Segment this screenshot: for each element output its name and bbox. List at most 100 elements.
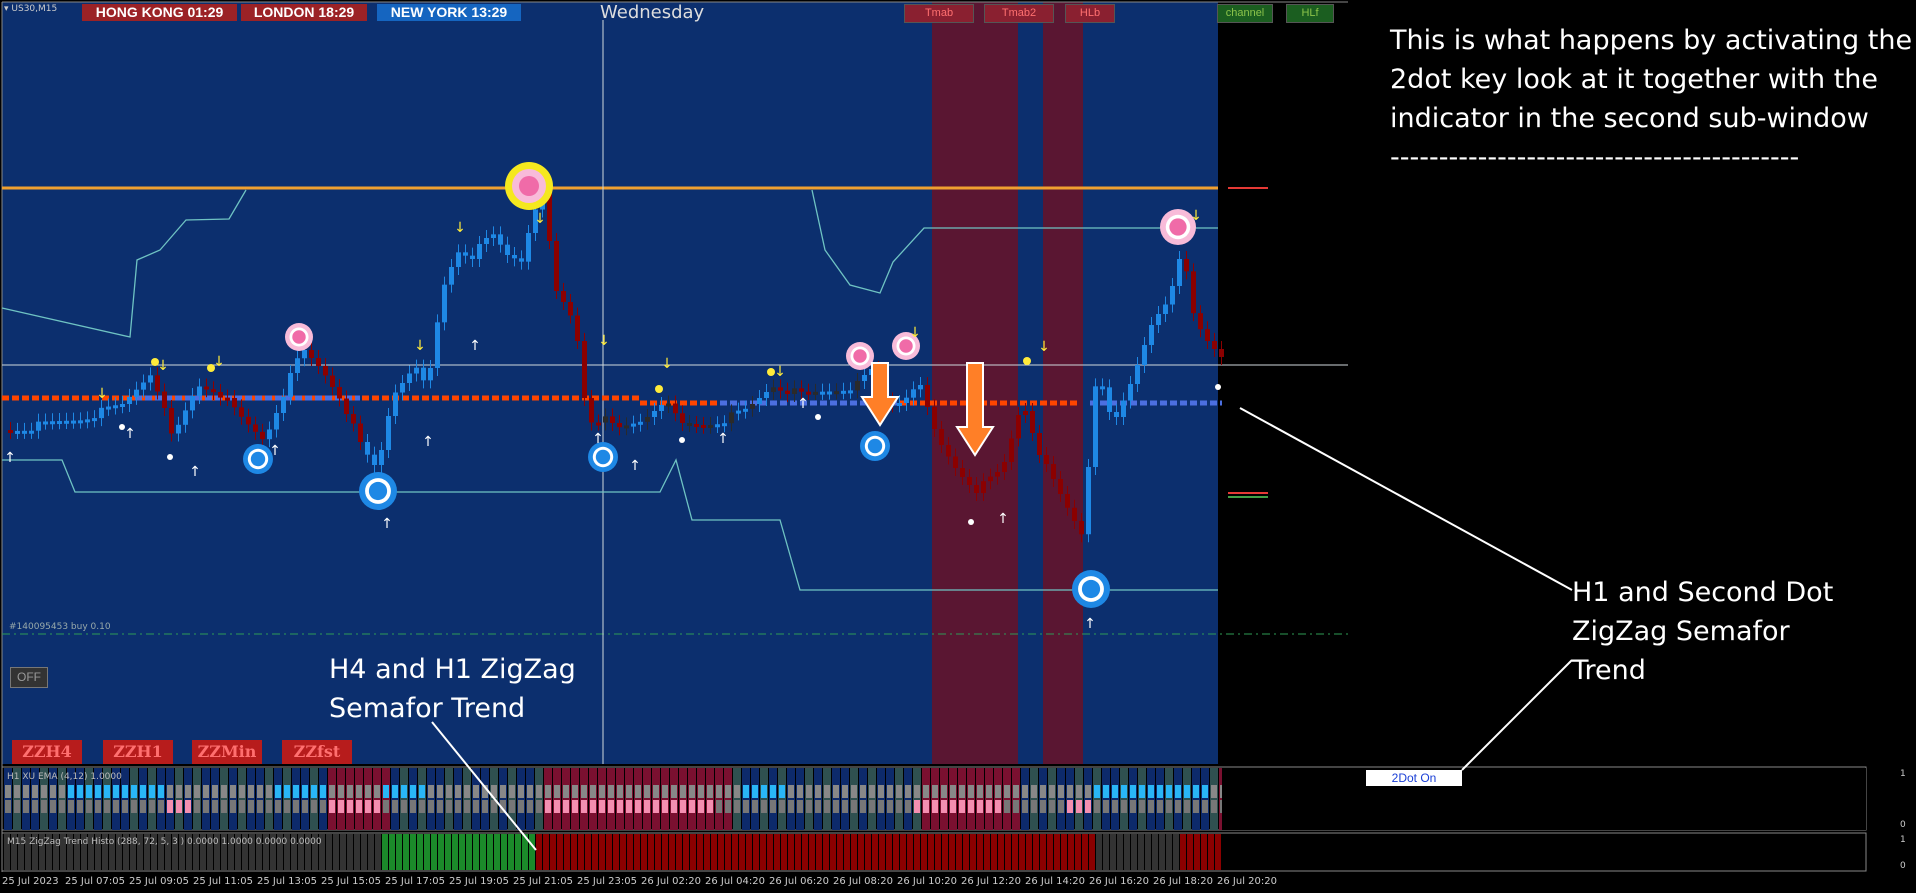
candle	[372, 454, 377, 465]
candle	[610, 416, 615, 423]
tmab-button[interactable]: Tmab	[904, 4, 974, 23]
trend-bar	[1110, 834, 1116, 870]
candle	[1065, 494, 1070, 508]
candle	[36, 421, 41, 431]
histogram-bar	[787, 768, 795, 830]
up-arrow-icon: ↑	[4, 450, 16, 466]
tmab2-button[interactable]: Tmab2	[984, 4, 1054, 23]
histogram-bar	[355, 768, 363, 830]
zzfst-button[interactable]: ZZfst	[282, 740, 352, 764]
candle	[771, 387, 776, 392]
candle	[596, 422, 601, 426]
trend-bar	[1131, 834, 1137, 870]
histogram-mark	[545, 800, 551, 813]
histogram-mark	[932, 785, 938, 798]
histogram-mark	[635, 785, 641, 798]
histogram-bar	[724, 768, 732, 830]
histogram-bar	[337, 768, 345, 830]
candle	[764, 392, 769, 398]
time-axis-label: 26 Jul 12:20	[961, 876, 1021, 887]
histogram-mark	[1112, 785, 1118, 798]
histogram-mark	[437, 800, 443, 813]
two-dot-button[interactable]: 2Dot On	[1366, 770, 1462, 786]
candle	[715, 424, 720, 428]
histogram-mark	[293, 785, 299, 798]
up-arrow-icon: ↑	[592, 431, 604, 447]
candle	[1016, 415, 1021, 439]
histogram-bar	[400, 768, 408, 830]
candle	[50, 421, 55, 425]
histogram-mark	[1040, 800, 1046, 813]
histogram-mark	[536, 800, 542, 813]
candle	[1212, 341, 1217, 349]
histogram-mark	[122, 800, 128, 813]
candle	[792, 388, 797, 394]
zzh4-button[interactable]: ZZH4	[12, 740, 82, 764]
candle	[624, 425, 629, 429]
dropdown-arrow-icon[interactable]: ▾	[4, 4, 9, 14]
zzmin-button[interactable]: ZZMin	[192, 740, 262, 764]
trend-bar	[354, 834, 360, 870]
trend-bar	[872, 834, 878, 870]
down-arrow-icon: ↓	[1190, 208, 1202, 224]
histogram-bar	[643, 768, 651, 830]
histogram-mark	[1085, 800, 1091, 813]
histogram-bar	[877, 768, 885, 830]
histogram-mark	[59, 785, 65, 798]
hlb-button[interactable]: HLb	[1065, 4, 1115, 23]
histogram-mark	[761, 785, 767, 798]
candle	[904, 397, 909, 403]
histogram-bar	[1030, 768, 1038, 830]
histogram-bar	[418, 768, 426, 830]
signal-dot	[655, 385, 663, 393]
histogram-mark	[230, 785, 236, 798]
candle	[344, 398, 349, 414]
histogram-mark	[446, 800, 452, 813]
candle	[1163, 304, 1168, 314]
histogram-bar	[247, 768, 255, 830]
histogram-mark	[626, 800, 632, 813]
histogram-mark	[77, 800, 83, 813]
histogram-mark	[23, 800, 29, 813]
histogram-mark	[284, 785, 290, 798]
histogram-mark	[320, 800, 326, 813]
candle	[659, 405, 664, 411]
histogram-mark	[1076, 785, 1082, 798]
candle	[855, 381, 860, 391]
subwindow2-label: M15 ZigZag Trend Histo (288, 72, 5, 3 ) …	[7, 837, 322, 847]
candle	[288, 373, 293, 397]
histogram-mark	[104, 800, 110, 813]
histogram-mark	[509, 800, 515, 813]
histogram-mark	[707, 785, 713, 798]
histogram-mark	[680, 800, 686, 813]
zzh1-button[interactable]: ZZH1	[103, 740, 173, 764]
trend-bar	[1201, 834, 1207, 870]
histogram-mark	[68, 785, 74, 798]
order-label: #140095453 buy 0.10	[9, 622, 111, 632]
highlight-zone	[1043, 2, 1083, 764]
candle	[246, 416, 251, 425]
histogram-mark	[797, 785, 803, 798]
off-button[interactable]: OFF	[10, 667, 48, 688]
time-axis-label: 26 Jul 18:20	[1153, 876, 1213, 887]
histogram-mark	[77, 785, 83, 798]
histogram-bar	[481, 768, 489, 830]
candle	[407, 373, 412, 383]
trend-bar	[340, 834, 346, 870]
trend-bar	[599, 834, 605, 870]
channel-button[interactable]: channel	[1217, 4, 1273, 23]
up-arrow-icon: ↑	[717, 431, 729, 447]
histogram-mark	[1103, 800, 1109, 813]
histogram-mark	[743, 785, 749, 798]
histogram-mark	[581, 785, 587, 798]
trend-bar	[879, 834, 885, 870]
histogram-mark	[914, 785, 920, 798]
candle	[897, 403, 902, 406]
histogram-mark	[671, 785, 677, 798]
hlf-button[interactable]: HLf	[1286, 4, 1334, 23]
histogram-mark	[176, 800, 182, 813]
trend-bar	[802, 834, 808, 870]
histogram-bar	[238, 768, 246, 830]
candle	[806, 391, 811, 395]
histogram-mark	[725, 800, 731, 813]
